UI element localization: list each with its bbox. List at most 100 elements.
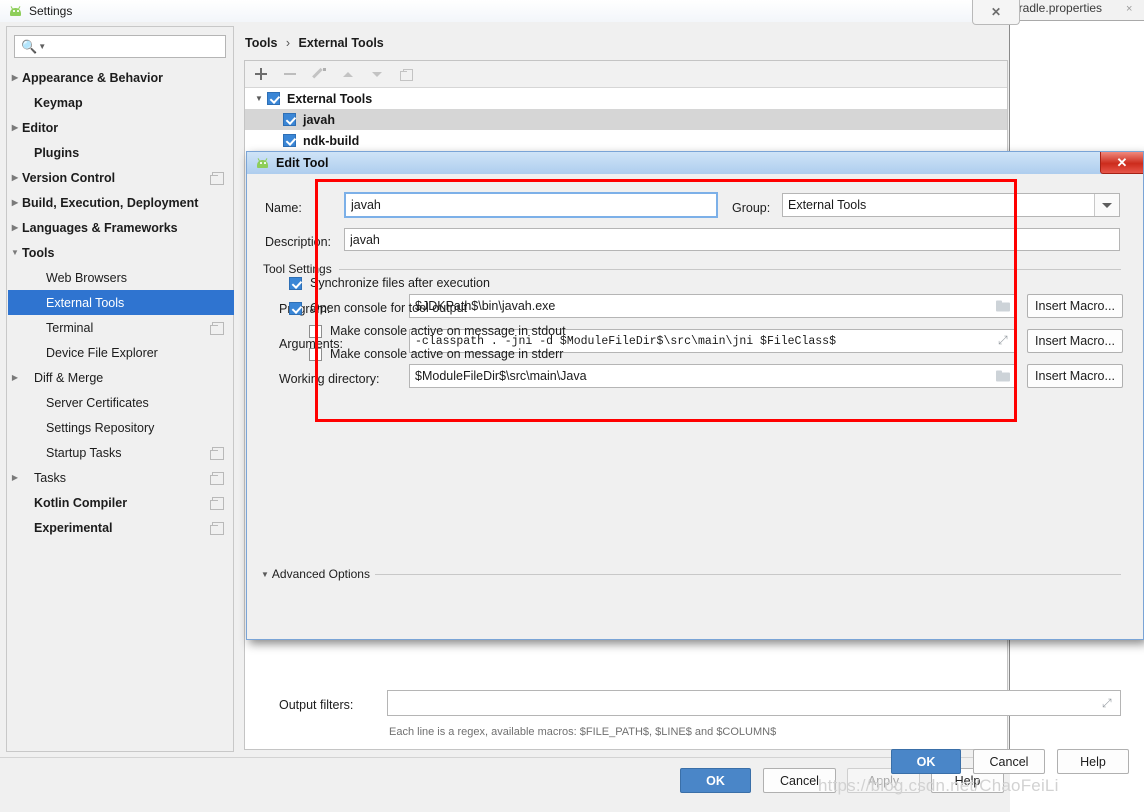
settings-scope-icon[interactable] xyxy=(210,322,224,335)
name-input[interactable] xyxy=(351,198,711,212)
add-icon[interactable] xyxy=(253,66,269,82)
sidebar-item-editor[interactable]: ▶ Editor xyxy=(8,115,234,140)
output-filters-field[interactable]: ⤢ xyxy=(387,690,1121,716)
advanced-options-divider xyxy=(375,574,1121,575)
external-tools-list[interactable]: ▼ External Tools javah ndk-build xyxy=(245,88,1007,151)
name-field[interactable] xyxy=(344,192,718,218)
advanced-options-header[interactable]: ▼ Advanced Options xyxy=(257,567,374,581)
sidebar-item-web-browsers[interactable]: Web Browsers xyxy=(8,265,234,290)
advanced-option-checkbox[interactable] xyxy=(309,347,322,361)
chevron-right-icon[interactable]: ▶ xyxy=(8,73,22,82)
move-up-icon[interactable] xyxy=(340,66,356,82)
settings-scope-icon[interactable] xyxy=(210,497,224,510)
output-filters-input[interactable] xyxy=(393,696,1115,710)
advanced-option-row[interactable]: Make console active on message in stderr xyxy=(309,347,563,361)
working-directory-input[interactable] xyxy=(415,369,1011,383)
dialog-cancel-button[interactable]: Cancel xyxy=(973,749,1045,774)
edit-tool-close-button[interactable]: ✕ xyxy=(1100,152,1143,174)
tool-settings-divider xyxy=(339,269,1121,270)
settings-scope-icon[interactable] xyxy=(210,447,224,460)
settings-scope-icon[interactable] xyxy=(210,522,224,535)
sidebar-item-terminal[interactable]: Terminal xyxy=(8,315,234,340)
insert-macro-arguments-button[interactable]: Insert Macro... xyxy=(1027,329,1123,353)
sidebar-item-external-tools[interactable]: External Tools xyxy=(8,290,234,315)
tools-list-item[interactable]: ▼ External Tools xyxy=(245,88,1007,109)
sidebar-item-experimental[interactable]: Experimental xyxy=(8,515,234,540)
sidebar-item-device-file-explorer[interactable]: Device File Explorer xyxy=(8,340,234,365)
description-input[interactable] xyxy=(350,232,1114,247)
insert-macro-working-directory-button[interactable]: Insert Macro... xyxy=(1027,364,1123,388)
chevron-down-icon[interactable]: ▼ xyxy=(251,94,267,103)
chevron-right-icon[interactable]: ▶ xyxy=(8,173,22,182)
program-input[interactable] xyxy=(415,299,1011,313)
dialog-ok-button[interactable]: OK xyxy=(891,749,961,774)
chevron-down-icon[interactable]: ▼ xyxy=(261,570,269,579)
tool-enabled-checkbox[interactable] xyxy=(283,134,296,147)
working-directory-field[interactable] xyxy=(409,364,1017,388)
chevron-right-icon[interactable]: ▶ xyxy=(8,373,22,382)
folder-browse-icon[interactable] xyxy=(996,370,1010,382)
edit-pencil-icon[interactable] xyxy=(311,66,327,82)
settings-close-button[interactable]: ✕ xyxy=(972,0,1020,25)
program-field[interactable] xyxy=(409,294,1017,318)
sidebar-item-tools[interactable]: ▼ Tools xyxy=(8,240,234,265)
advanced-option-row[interactable]: Synchronize files after execution xyxy=(289,276,490,290)
sidebar-item-appearance-behavior[interactable]: ▶ Appearance & Behavior xyxy=(8,65,234,90)
chevron-right-icon[interactable]: ▶ xyxy=(8,223,22,232)
screen-root: gradle.properties × Settings 🔍 ▼ ▶ Appear… xyxy=(0,0,1144,812)
advanced-option-checkbox[interactable] xyxy=(309,324,322,338)
description-field[interactable] xyxy=(344,228,1120,251)
advanced-option-row[interactable]: Open console for tool output xyxy=(289,301,467,315)
advanced-option-checkbox[interactable] xyxy=(289,276,302,290)
search-box[interactable]: 🔍 ▼ xyxy=(14,35,226,58)
sidebar-item-version-control[interactable]: ▶ Version Control xyxy=(8,165,234,190)
insert-macro-program-button[interactable]: Insert Macro... xyxy=(1027,294,1123,318)
tools-list-item[interactable]: javah xyxy=(245,109,1007,130)
sidebar-item-diff-merge[interactable]: ▶ Diff & Merge xyxy=(8,365,234,390)
settings-scope-icon[interactable] xyxy=(210,472,224,485)
settings-category-tree[interactable]: ▶ Appearance & Behavior Keymap ▶ Editor Plugi… xyxy=(8,65,234,540)
move-down-icon[interactable] xyxy=(369,66,385,82)
editor-tab-gradle-properties[interactable]: gradle.properties xyxy=(1012,1,1102,15)
sidebar-item-server-certificates[interactable]: Server Certificates xyxy=(8,390,234,415)
editor-tab-close-icon[interactable]: × xyxy=(1126,3,1132,15)
tool-enabled-checkbox[interactable] xyxy=(283,113,296,126)
sidebar-item-label: Web Browsers xyxy=(46,270,128,285)
chevron-down-icon[interactable]: ▼ xyxy=(8,248,22,257)
search-input[interactable] xyxy=(50,39,221,54)
folder-browse-icon[interactable] xyxy=(996,300,1010,312)
chevron-right-icon[interactable]: ▶ xyxy=(8,473,22,482)
sidebar-item-keymap[interactable]: Keymap xyxy=(8,90,234,115)
group-combobox[interactable]: External Tools xyxy=(782,193,1120,217)
tool-enabled-checkbox[interactable] xyxy=(267,92,280,105)
advanced-option-row[interactable]: Make console active on message in stdout xyxy=(309,324,566,338)
group-value: External Tools xyxy=(788,198,867,212)
settings-cancel-button[interactable]: Cancel xyxy=(763,768,836,793)
sidebar-item-kotlin-compiler[interactable]: Kotlin Compiler xyxy=(8,490,234,515)
android-icon xyxy=(8,6,23,16)
copy-icon[interactable] xyxy=(398,66,414,82)
edit-tool-titlebar: Edit Tool xyxy=(247,152,1143,174)
dialog-help-button[interactable]: Help xyxy=(1057,749,1129,774)
advanced-option-checkbox[interactable] xyxy=(289,301,302,315)
chevron-right-icon[interactable]: ▶ xyxy=(8,198,22,207)
group-label: Group: xyxy=(732,201,771,215)
settings-ok-button[interactable]: OK xyxy=(680,768,751,793)
sidebar-item-languages-frameworks[interactable]: ▶ Languages & Frameworks xyxy=(8,215,234,240)
chevron-down-icon[interactable]: ▼ xyxy=(38,42,46,51)
sidebar-item-tasks[interactable]: ▶ Tasks xyxy=(8,465,234,490)
chevron-down-icon[interactable] xyxy=(1094,194,1119,216)
sidebar-item-plugins[interactable]: Plugins xyxy=(8,140,234,165)
sidebar-item-startup-tasks[interactable]: Startup Tasks xyxy=(8,440,234,465)
remove-icon[interactable] xyxy=(282,66,298,82)
sidebar-item-settings-repository[interactable]: Settings Repository xyxy=(8,415,234,440)
expand-editor-icon[interactable]: ⤢ xyxy=(1102,697,1114,709)
sidebar-item-build-execution-deployment[interactable]: ▶ Build, Execution, Deployment xyxy=(8,190,234,215)
expand-editor-icon[interactable]: ⤢ xyxy=(998,335,1010,347)
chevron-right-icon[interactable]: ▶ xyxy=(8,123,22,132)
advanced-option-label: Make console active on message in stdout xyxy=(330,324,566,338)
breadcrumb-parent[interactable]: Tools xyxy=(245,36,277,50)
tools-list-item[interactable]: ndk-build xyxy=(245,130,1007,151)
settings-scope-icon[interactable] xyxy=(210,172,224,185)
advanced-options-legend: Advanced Options xyxy=(271,567,370,581)
